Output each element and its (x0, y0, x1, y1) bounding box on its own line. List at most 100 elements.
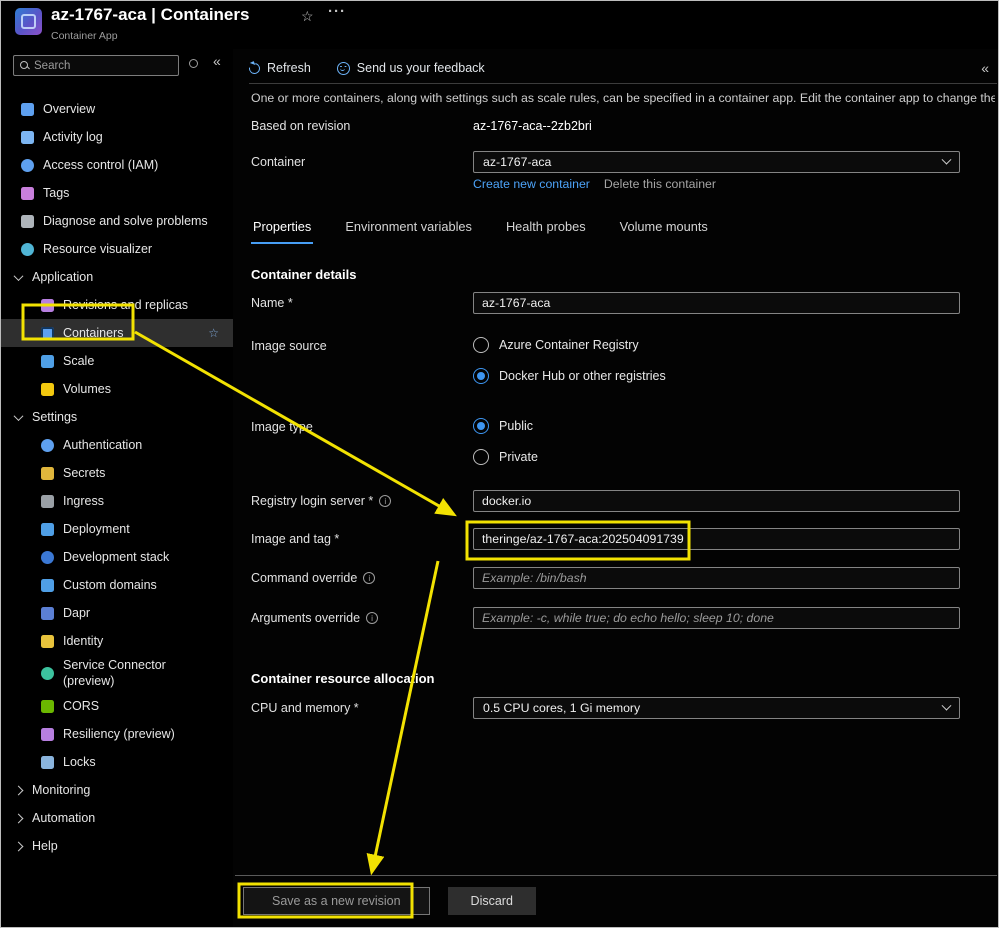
image-source-row: Image source Azure Container Registry Do… (251, 337, 666, 384)
sidebar-item-overview[interactable]: Overview (1, 95, 233, 123)
sidebar-item-resource-visualizer[interactable]: Resource visualizer (1, 235, 233, 263)
favorite-icon: ☆ (208, 326, 219, 340)
radio-icon (473, 337, 489, 353)
overview-icon (21, 102, 34, 116)
page-subtitle: Container App (51, 30, 118, 42)
sidebar-item-ingress[interactable]: Ingress (1, 487, 233, 515)
cors-icon (41, 699, 54, 713)
resiliency-icon (41, 727, 54, 741)
radio-docker-hub[interactable]: Docker Hub or other registries (473, 368, 666, 384)
identity-key-icon (41, 634, 54, 648)
section-container-details: Container details (251, 267, 357, 282)
footer-bar: Save as a new revision Discard (243, 887, 536, 915)
sidebar-item-containers[interactable]: Containers ☆ (1, 319, 233, 347)
radio-azure-container-registry[interactable]: Azure Container Registry (473, 337, 666, 353)
more-options-icon[interactable]: ··· (328, 3, 346, 20)
scale-icon (41, 354, 54, 368)
info-icon[interactable] (363, 572, 376, 584)
command-override-input[interactable] (473, 567, 960, 589)
sidebar-item-resiliency[interactable]: Resiliency (preview) (1, 720, 233, 748)
sidebar-item-secrets[interactable]: Secrets (1, 459, 233, 487)
radio-private[interactable]: Private (473, 449, 538, 465)
sidebar-item-dapr[interactable]: Dapr (1, 599, 233, 627)
sidebar-item-tags[interactable]: Tags (1, 179, 233, 207)
chevron-right-icon (13, 813, 24, 824)
tab-properties[interactable]: Properties (251, 219, 314, 244)
command-override-row: Command override (251, 567, 960, 589)
info-icon[interactable] (379, 495, 392, 507)
discard-button[interactable]: Discard (447, 887, 536, 915)
deployment-icon (41, 522, 54, 536)
cpu-memory-dropdown[interactable]: 0.5 CPU cores, 1 Gi memory (473, 697, 960, 719)
service-connector-icon (41, 667, 54, 681)
sidebar-item-diagnose[interactable]: Diagnose and solve problems (1, 207, 233, 235)
save-as-new-revision-button[interactable]: Save as a new revision (243, 887, 430, 915)
sidebar: « Overview Activity log Access control (… (1, 49, 233, 927)
sidebar-item-revisions[interactable]: Revisions and replicas (1, 291, 233, 319)
sidebar-group-settings[interactable]: Settings (1, 403, 233, 431)
tab-bar: Properties Environment variables Health … (251, 219, 710, 244)
sidebar-item-development-stack[interactable]: Development stack (1, 543, 233, 571)
authentication-icon (41, 438, 54, 452)
sidebar-group-automation[interactable]: Automation (1, 804, 233, 832)
main-content: Refresh Send us your feedback « One or m… (233, 49, 997, 926)
image-type-row: Image type Public Private (251, 418, 538, 465)
radio-selected-icon (473, 368, 489, 384)
sidebar-item-custom-domains[interactable]: Custom domains (1, 571, 233, 599)
sidebar-item-identity[interactable]: Identity (1, 627, 233, 655)
tab-health-probes[interactable]: Health probes (504, 219, 588, 244)
chevron-down-icon (13, 410, 24, 421)
section-resource-allocation: Container resource allocation (251, 671, 435, 686)
containers-icon (41, 326, 54, 340)
revisions-icon (41, 298, 54, 312)
collapse-menu-icon[interactable]: « (213, 53, 221, 69)
refresh-button[interactable]: Refresh (246, 60, 311, 76)
wrench-icon (21, 214, 34, 228)
search-input[interactable] (34, 59, 188, 72)
menu-options-icon[interactable] (189, 59, 198, 68)
registry-login-server-input[interactable] (473, 490, 960, 512)
page-title: az-1767-aca | Containers (51, 5, 250, 24)
dapr-icon (41, 606, 54, 620)
revision-value: az-1767-aca--2zb2bri (473, 119, 592, 133)
favorite-star-icon[interactable]: ☆ (301, 8, 314, 25)
sidebar-group-help[interactable]: Help (1, 832, 233, 860)
chevron-right-icon (13, 841, 24, 852)
azure-portal-page: az-1767-aca | Containers Container App ☆… (0, 0, 999, 928)
name-input[interactable] (473, 292, 960, 314)
delete-this-container-link[interactable]: Delete this container (604, 177, 716, 191)
sidebar-item-activity-log[interactable]: Activity log (1, 123, 233, 151)
based-on-revision-row: Based on revision az-1767-aca--2zb2bri (251, 119, 592, 133)
page-description: One or more containers, along with setti… (251, 91, 995, 105)
chevron-down-icon (941, 700, 952, 711)
info-icon[interactable] (366, 612, 379, 624)
search-box[interactable] (13, 55, 188, 76)
tab-volume-mounts[interactable]: Volume mounts (618, 219, 710, 244)
activity-log-icon (21, 130, 34, 144)
container-dropdown[interactable]: az-1767-aca (473, 151, 960, 173)
tab-environment-variables[interactable]: Environment variables (343, 219, 474, 244)
sidebar-item-deployment[interactable]: Deployment (1, 515, 233, 543)
toolbar-divider (249, 83, 997, 84)
sidebar-item-access-control[interactable]: Access control (IAM) (1, 151, 233, 179)
collapse-panel-icon[interactable]: « (981, 60, 989, 76)
sidebar-nav: Overview Activity log Access control (IA… (1, 95, 233, 860)
refresh-icon (246, 60, 263, 76)
resource-visualizer-icon (21, 242, 34, 256)
sidebar-item-authentication[interactable]: Authentication (1, 431, 233, 459)
command-bar: Refresh Send us your feedback « (246, 55, 989, 81)
sidebar-item-volumes[interactable]: Volumes (1, 375, 233, 403)
sidebar-item-service-connector[interactable]: Service Connector (preview) (1, 655, 233, 692)
smiley-icon (336, 61, 350, 75)
sidebar-item-locks[interactable]: Locks (1, 748, 233, 776)
arguments-override-input[interactable] (473, 607, 960, 629)
create-new-container-link[interactable]: Create new container (473, 177, 590, 191)
image-and-tag-input[interactable] (473, 528, 960, 550)
sidebar-group-monitoring[interactable]: Monitoring (1, 776, 233, 804)
feedback-button[interactable]: Send us your feedback (336, 61, 485, 75)
sidebar-group-application[interactable]: Application (1, 263, 233, 291)
sidebar-item-scale[interactable]: Scale (1, 347, 233, 375)
radio-public[interactable]: Public (473, 418, 538, 434)
image-and-tag-row: Image and tag * (251, 528, 960, 550)
sidebar-item-cors[interactable]: CORS (1, 692, 233, 720)
